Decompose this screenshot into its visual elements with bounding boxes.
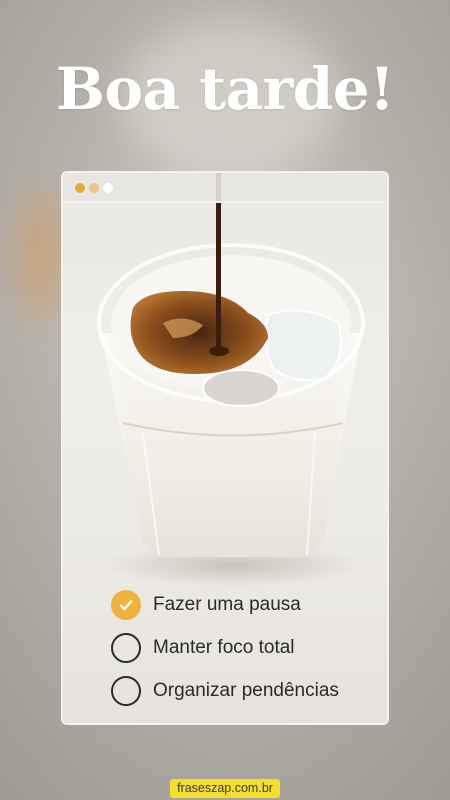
window-dot-white — [103, 183, 113, 193]
circle-icon[interactable] — [111, 675, 141, 706]
checklist-item-focus[interactable]: Manter foco total — [111, 626, 381, 669]
checklist-item-label: Manter foco total — [153, 636, 295, 658]
checklist-item-organize[interactable]: Organizar pendências — [111, 669, 381, 712]
checklist-item-label: Organizar pendências — [153, 679, 339, 701]
background-orange-blur — [18, 190, 64, 320]
checklist-item-label: Fazer uma pausa — [153, 593, 301, 615]
checklist: Fazer uma pausa Manter foco total Organi… — [111, 583, 381, 712]
check-icon[interactable] — [111, 589, 141, 620]
window-dot-peach — [89, 183, 99, 193]
window-dot-orange — [75, 183, 85, 193]
greeting-title: Boa tarde! — [55, 55, 395, 123]
checklist-item-pause[interactable]: Fazer uma pausa — [111, 583, 381, 626]
site-badge[interactable]: fraseszap.com.br — [170, 779, 280, 798]
circle-icon[interactable] — [111, 632, 141, 663]
window-titlebar — [63, 173, 387, 203]
window-card: Fazer uma pausa Manter foco total Organi… — [61, 171, 389, 725]
